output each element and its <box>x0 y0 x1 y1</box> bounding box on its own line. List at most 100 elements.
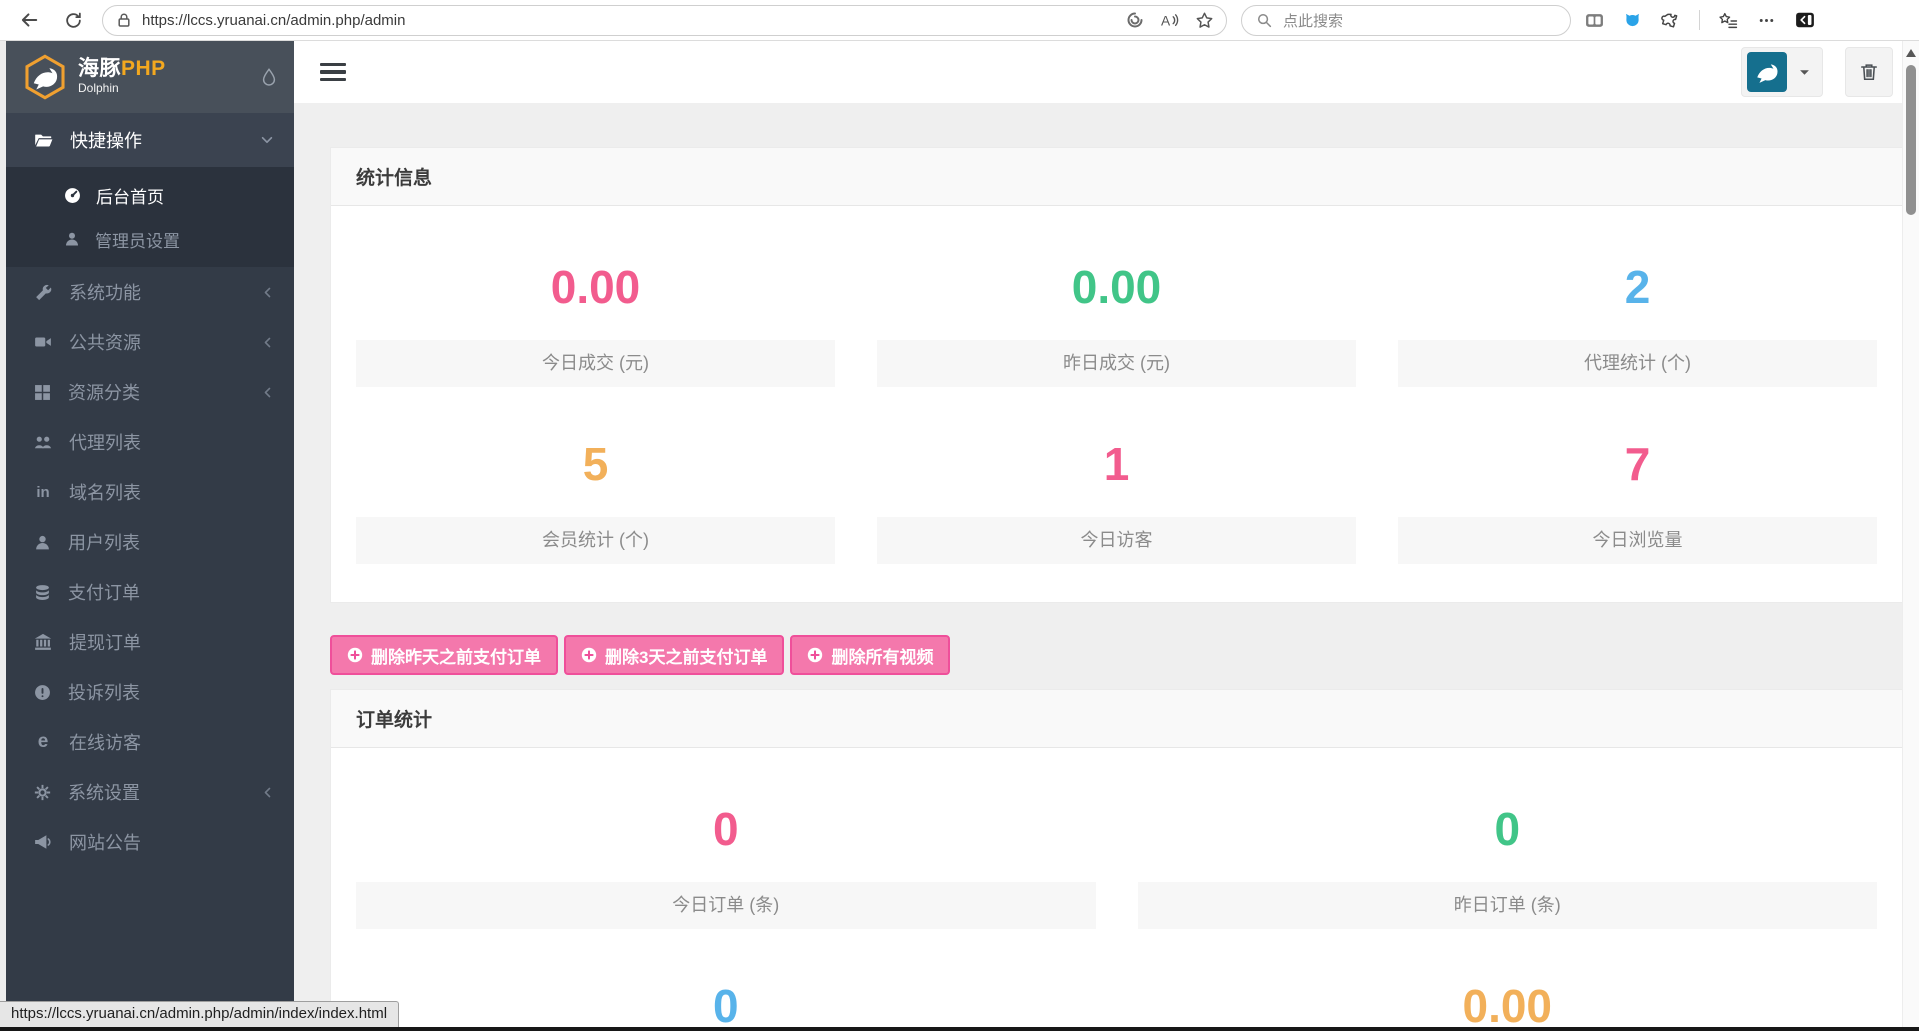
delete-all-videos-button[interactable]: 删除所有视频 <box>790 635 951 675</box>
status-bar-url: https://lccs.yruanai.cn/admin.php/admin/… <box>0 1001 400 1027</box>
dashboard-icon <box>64 187 81 204</box>
stat-today-pageviews: 7 今日浏览量 <box>1398 411 1877 564</box>
stat-partial-row2-left: 0 <box>356 953 1096 1031</box>
alert-circle-icon <box>34 684 51 701</box>
stat-label: 代理统计 (个) <box>1398 340 1877 387</box>
plus-circle-icon <box>581 647 597 663</box>
stat-yesterday-orders: 0 昨日订单 (条) <box>1137 776 1877 929</box>
stat-today-visitors: 1 今日访客 <box>877 411 1356 564</box>
top-bar <box>294 41 1919 103</box>
stat-value: 0 <box>712 980 739 1031</box>
scroll-up-icon[interactable] <box>1906 49 1916 57</box>
folder-open-icon <box>34 131 53 150</box>
orders-card-title: 订单统计 <box>356 710 433 731</box>
grid-icon <box>34 384 51 401</box>
megaphone-icon <box>34 833 52 851</box>
sidebar-item-agent-list[interactable]: 代理列表 <box>6 417 294 467</box>
sidebar-item-system-settings[interactable]: 系统设置 <box>6 767 294 817</box>
sidebar-item-payment-orders[interactable]: 支付订单 <box>6 567 294 617</box>
sidebar-item-domain-list[interactable]: in 域名列表 <box>6 467 294 517</box>
stat-value: 0 <box>712 803 739 855</box>
stat-value: 0.00 <box>550 261 641 313</box>
video-camera-icon <box>34 333 52 351</box>
split-screen-icon[interactable] <box>1585 11 1604 30</box>
stats-card: 统计信息 0.00 今日成交 (元) 0.00 昨日成交 (元) 2 代理统计 … <box>330 147 1903 603</box>
bank-icon <box>34 633 52 651</box>
sidebar-item-complaint-list[interactable]: 投诉列表 <box>6 667 294 717</box>
favorites-list-icon[interactable] <box>1719 11 1738 30</box>
chevron-left-icon <box>261 386 274 399</box>
users-icon <box>34 433 52 451</box>
water-drop-icon[interactable] <box>260 68 278 86</box>
address-bar[interactable]: https://lccs.yruanai.cn/admin.php/admin <box>102 4 1227 36</box>
sidebar-item-online-visitors[interactable]: e 在线访客 <box>6 717 294 767</box>
stat-label: 今日订单 (条) <box>356 882 1096 929</box>
stat-today-orders: 0 今日订单 (条) <box>356 776 1096 929</box>
wrench-icon <box>34 283 52 301</box>
sidebar-item-withdraw-orders[interactable]: 提现订单 <box>6 617 294 667</box>
reload-icon[interactable] <box>58 5 88 35</box>
sidebar-item-quick-ops[interactable]: 快捷操作 <box>6 113 294 167</box>
address-url[interactable]: https://lccs.yruanai.cn/admin.php/admin <box>142 12 1117 29</box>
lock-icon[interactable] <box>115 11 133 29</box>
chevron-left-icon <box>261 286 274 299</box>
extensions-icon[interactable] <box>1661 11 1680 30</box>
stat-value: 2 <box>1624 261 1651 313</box>
stat-label: 会员统计 (个) <box>356 517 835 564</box>
stat-value: 0.00 <box>1462 980 1553 1031</box>
sidebar-logo: 海豚PHP Dolphin <box>6 41 294 113</box>
orders-card-header: 订单统计 <box>331 690 1902 748</box>
user-icon <box>64 231 80 247</box>
chevron-left-icon <box>261 786 274 799</box>
hamburger-menu-icon[interactable] <box>320 62 346 82</box>
stats-card-header: 统计信息 <box>331 148 1902 206</box>
sidebar: 海豚PHP Dolphin 快捷操作 后台首页 管理员设置 系统功能 公共资源 … <box>6 41 294 1031</box>
browser-chrome: https://lccs.yruanai.cn/admin.php/admin … <box>0 0 1919 41</box>
search-box[interactable]: 点此搜索 <box>1241 4 1571 36</box>
sidebar-item-site-announcement[interactable]: 网站公告 <box>6 817 294 867</box>
stat-value: 0 <box>1494 803 1521 855</box>
caret-down-icon <box>1799 67 1810 78</box>
stat-label: 今日浏览量 <box>1398 517 1877 564</box>
sidebar-item-public-resources[interactable]: 公共资源 <box>6 317 294 367</box>
stat-yesterday-revenue: 0.00 昨日成交 (元) <box>877 234 1356 387</box>
stat-label: 昨日订单 (条) <box>1137 882 1877 929</box>
scrollbar-thumb[interactable] <box>1906 65 1916 215</box>
sidebar-item-system-functions[interactable]: 系统功能 <box>6 267 294 317</box>
settings-menu-icon[interactable] <box>1757 11 1776 30</box>
stat-label: 今日访客 <box>877 517 1356 564</box>
trash-button[interactable] <box>1845 47 1893 97</box>
cat-extension-icon[interactable] <box>1623 11 1642 30</box>
page-scrollbar[interactable] <box>1902 41 1919 1031</box>
read-aloud-icon[interactable] <box>1160 11 1179 30</box>
stat-today-revenue: 0.00 今日成交 (元) <box>356 234 835 387</box>
user-menu[interactable] <box>1741 47 1823 97</box>
delete-pay-orders-before-3days-button[interactable]: 删除3天之前支付订单 <box>564 635 785 675</box>
logo-subtitle: Dolphin <box>78 80 119 95</box>
gear-icon <box>34 784 51 801</box>
avatar <box>1747 52 1787 92</box>
swirl-icon[interactable] <box>1126 11 1144 29</box>
back-icon[interactable] <box>14 5 44 35</box>
stat-value: 0.00 <box>1071 261 1162 313</box>
plus-circle-icon <box>807 647 823 663</box>
sidebar-toggle-icon[interactable] <box>1795 10 1815 30</box>
stat-label: 昨日成交 (元) <box>877 340 1356 387</box>
linkedin-icon: in <box>36 483 50 501</box>
search-icon <box>1256 12 1273 29</box>
user-icon <box>34 534 51 551</box>
sidebar-item-user-list[interactable]: 用户列表 <box>6 517 294 567</box>
dolphin-logo-icon <box>22 54 68 100</box>
favorite-star-icon[interactable] <box>1195 11 1214 30</box>
chevron-down-icon <box>260 133 274 147</box>
stat-value: 5 <box>582 438 609 490</box>
edge-browser-icon: e <box>37 731 49 752</box>
sidebar-item-admin-settings[interactable]: 管理员设置 <box>6 217 294 261</box>
orders-card: 订单统计 0 今日订单 (条) 0 昨日订单 (条) 0 0.00 <box>330 689 1903 1031</box>
delete-pay-orders-before-yesterday-button[interactable]: 删除昨天之前支付订单 <box>330 635 558 675</box>
sidebar-item-resource-categories[interactable]: 资源分类 <box>6 367 294 417</box>
sidebar-item-home[interactable]: 后台首页 <box>6 173 294 217</box>
stat-value: 1 <box>1103 438 1130 490</box>
chevron-left-icon <box>261 336 274 349</box>
window-bottom-edge <box>0 1027 1919 1031</box>
